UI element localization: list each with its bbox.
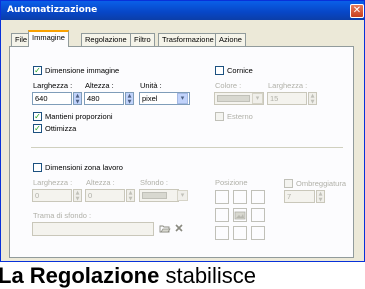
workspace-width-input[interactable]: 0 xyxy=(32,189,72,202)
shadow-label: Ombreggiatura xyxy=(296,179,347,188)
workspace-height-label: Altezza : xyxy=(86,178,115,187)
frame-label: Cornice xyxy=(227,66,253,75)
height-label: Altezza : xyxy=(85,81,114,90)
workspace-height-input[interactable]: 0 xyxy=(85,189,125,202)
position-bottom-center[interactable] xyxy=(233,226,247,240)
outer-label: Esterno xyxy=(227,112,253,121)
optimize-label: Ottimizza xyxy=(45,124,77,133)
bg-texture-label: Trama di sfondo : xyxy=(33,211,92,220)
height-input[interactable]: 480 xyxy=(84,92,124,105)
shadow-spinner[interactable]: ▲ ▼ xyxy=(316,190,325,203)
optimize-checkbox[interactable]: ✓ xyxy=(33,124,42,133)
position-bottom-right[interactable] xyxy=(251,226,265,240)
workspace-height-spinner[interactable]: ▲ ▼ xyxy=(126,189,135,202)
close-icon[interactable]: ✕ xyxy=(350,4,364,18)
chevron-down-icon[interactable]: ▾ xyxy=(252,93,263,104)
chevron-down-icon[interactable]: ▾ xyxy=(177,93,188,104)
window-title: Automatizzazione xyxy=(7,5,98,15)
tab-azione[interactable]: Azione xyxy=(215,33,246,46)
section-divider xyxy=(31,147,343,148)
background-label: Sfondo : xyxy=(140,178,168,187)
unit-label: Unità : xyxy=(140,81,162,90)
image-size-checkbox[interactable]: ✓ xyxy=(33,66,42,75)
workspace-size-checkbox[interactable] xyxy=(33,163,42,172)
position-top-right[interactable] xyxy=(251,190,265,204)
chevron-down-icon[interactable]: ▾ xyxy=(177,190,188,201)
tab-trasformazione[interactable]: Trasformazione xyxy=(158,33,218,46)
unit-select-value: pixel xyxy=(142,94,158,103)
position-bottom-left[interactable] xyxy=(215,226,229,240)
position-middle-left[interactable] xyxy=(215,208,229,222)
tab-immagine[interactable]: Immagine xyxy=(28,30,69,47)
frame-color-swatch xyxy=(217,95,250,102)
frame-width-input[interactable]: 15 xyxy=(267,92,307,105)
tab-filtro[interactable]: Filtro xyxy=(130,33,155,46)
position-middle-right[interactable] xyxy=(251,208,265,222)
shadow-input[interactable]: 7 xyxy=(284,190,315,203)
title-bar: Automatizzazione ✕ xyxy=(1,1,364,20)
background-color-swatch xyxy=(142,192,167,199)
position-label: Posizione xyxy=(215,178,248,187)
height-spinner[interactable]: ▲ ▼ xyxy=(125,92,134,105)
position-center[interactable] xyxy=(233,208,247,222)
keep-proportions-label: Mantieni proporzioni xyxy=(45,112,113,121)
workspace-width-spinner[interactable]: ▲ ▼ xyxy=(73,189,82,202)
frame-checkbox[interactable] xyxy=(215,66,224,75)
position-top-left[interactable] xyxy=(215,190,229,204)
position-top-center[interactable] xyxy=(233,190,247,204)
tutorial-caption: La Regolazione stabilisce xyxy=(0,263,256,289)
caption-rest: stabilisce xyxy=(159,263,256,288)
workspace-size-label: Dimensioni zona lavoro xyxy=(45,163,123,172)
image-size-label: Dimensione immagine xyxy=(45,66,120,75)
image-icon xyxy=(234,211,246,220)
folder-open-icon[interactable] xyxy=(159,224,171,236)
bg-texture-input[interactable] xyxy=(32,222,154,236)
outer-checkbox[interactable] xyxy=(215,112,224,121)
frame-color-label: Colore : xyxy=(215,81,242,90)
width-spinner[interactable]: ▲ ▼ xyxy=(73,92,82,105)
clear-icon[interactable] xyxy=(174,223,184,235)
frame-width-label: Larghezza : xyxy=(268,81,308,90)
workspace-width-label: Larghezza : xyxy=(33,178,73,187)
keep-proportions-checkbox[interactable]: ✓ xyxy=(33,112,42,121)
width-input[interactable]: 640 xyxy=(32,92,72,105)
frame-width-spinner[interactable]: ▲ ▼ xyxy=(308,92,317,105)
caption-bold: La Regolazione xyxy=(0,263,160,288)
automation-dialog: Automatizzazione ✕ File Immagine Regolaz… xyxy=(0,0,365,262)
width-label: Larghezza : xyxy=(33,81,73,90)
tab-regolazione[interactable]: Regolazione xyxy=(81,33,131,46)
shadow-checkbox[interactable] xyxy=(284,179,293,188)
